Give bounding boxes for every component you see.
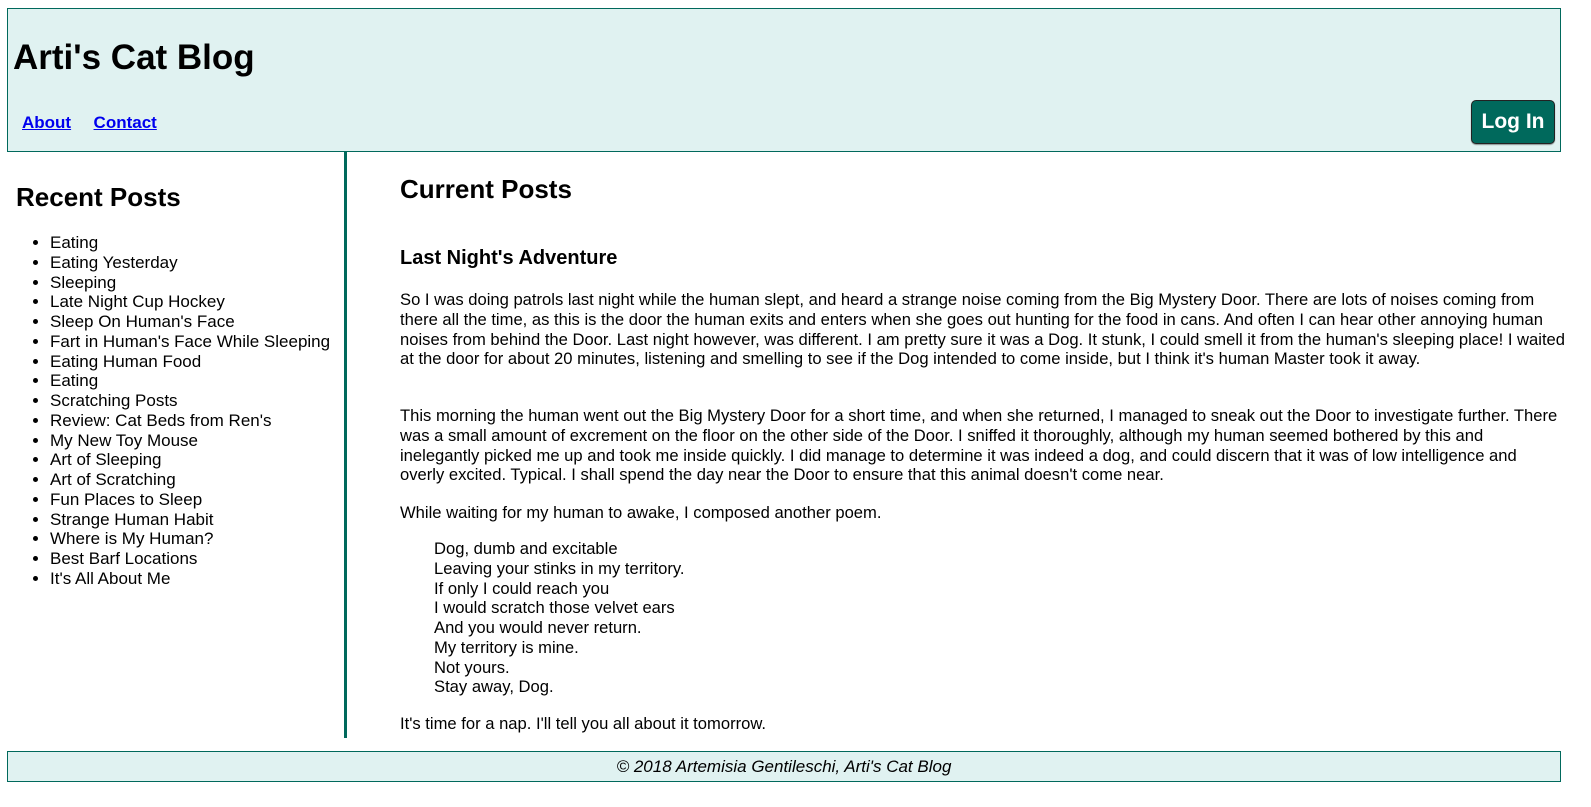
recent-post-item: Sleeping	[50, 273, 330, 293]
recent-post-item: Best Barf Locations	[50, 549, 330, 569]
sidebar: Recent Posts Eating Eating Yesterday Sle…	[0, 152, 347, 738]
footer-copyright: © 2018 Artemisia Gentileschi, Arti's Cat…	[616, 757, 952, 776]
poem: Dog, dumb and excitable Leaving your sti…	[434, 539, 685, 697]
poem-line: Not yours.	[434, 657, 510, 677]
recent-posts-list: Eating Eating Yesterday Sleeping Late Ni…	[0, 233, 330, 589]
main-nav: About Contact	[22, 113, 175, 133]
login-button[interactable]: Log In	[1471, 100, 1555, 144]
recent-post-item: Eating Yesterday	[50, 253, 330, 273]
sidebar-heading: Recent Posts	[16, 182, 181, 212]
recent-post-item: It's All About Me	[50, 569, 330, 589]
post-title: Last Night's Adventure	[400, 247, 618, 269]
post-closing: It's time for a nap. I'll tell you all a…	[400, 714, 767, 733]
recent-post-item: Fart in Human's Face While Sleeping	[50, 332, 330, 352]
nav-link-about[interactable]: About	[22, 113, 71, 132]
recent-post-item: Strange Human Habit	[50, 510, 330, 530]
recent-post-item: Art of Scratching	[50, 470, 330, 490]
poem-line: If only I could reach you	[434, 578, 610, 598]
poem-line: And you would never return.	[434, 618, 642, 637]
main-heading: Current Posts	[400, 174, 572, 204]
nav-link-contact[interactable]: Contact	[94, 113, 157, 132]
recent-post-item: Sleep On Human's Face	[50, 312, 330, 332]
recent-post-item: Art of Sleeping	[50, 450, 330, 470]
site-footer: © 2018 Artemisia Gentileschi, Arti's Cat…	[7, 751, 1561, 782]
site-title: Arti's Cat Blog	[13, 38, 255, 77]
recent-post-item: Fun Places to Sleep	[50, 490, 330, 510]
site-header: Arti's Cat Blog About Contact Log In	[7, 8, 1561, 152]
recent-post-item: Review: Cat Beds from Ren's	[50, 411, 330, 431]
poem-line: I would scratch those velvet ears	[434, 598, 675, 618]
recent-post-item: Where is My Human?	[50, 529, 330, 549]
post-paragraph: While waiting for my human to awake, I c…	[400, 503, 882, 522]
recent-post-item: Scratching Posts	[50, 391, 330, 411]
poem-line: Stay away, Dog.	[434, 677, 554, 697]
blog-post: Last Night's Adventure So I was doing pa…	[400, 246, 1565, 733]
recent-post-item: Eating	[50, 371, 330, 391]
recent-post-item: Eating	[50, 233, 330, 253]
poem-line: Dog, dumb and excitable	[434, 539, 618, 558]
poem-line: My territory is mine.	[434, 637, 579, 657]
poem-line: Leaving your stinks in my territory.	[434, 558, 685, 578]
post-paragraph: So I was doing patrols last night while …	[400, 290, 1566, 369]
post-paragraph: This morning the human went out the Big …	[400, 406, 1558, 485]
recent-post-item: My New Toy Mouse	[50, 431, 330, 451]
recent-post-item: Late Night Cup Hockey	[50, 292, 330, 312]
recent-post-item: Eating Human Food	[50, 352, 330, 372]
